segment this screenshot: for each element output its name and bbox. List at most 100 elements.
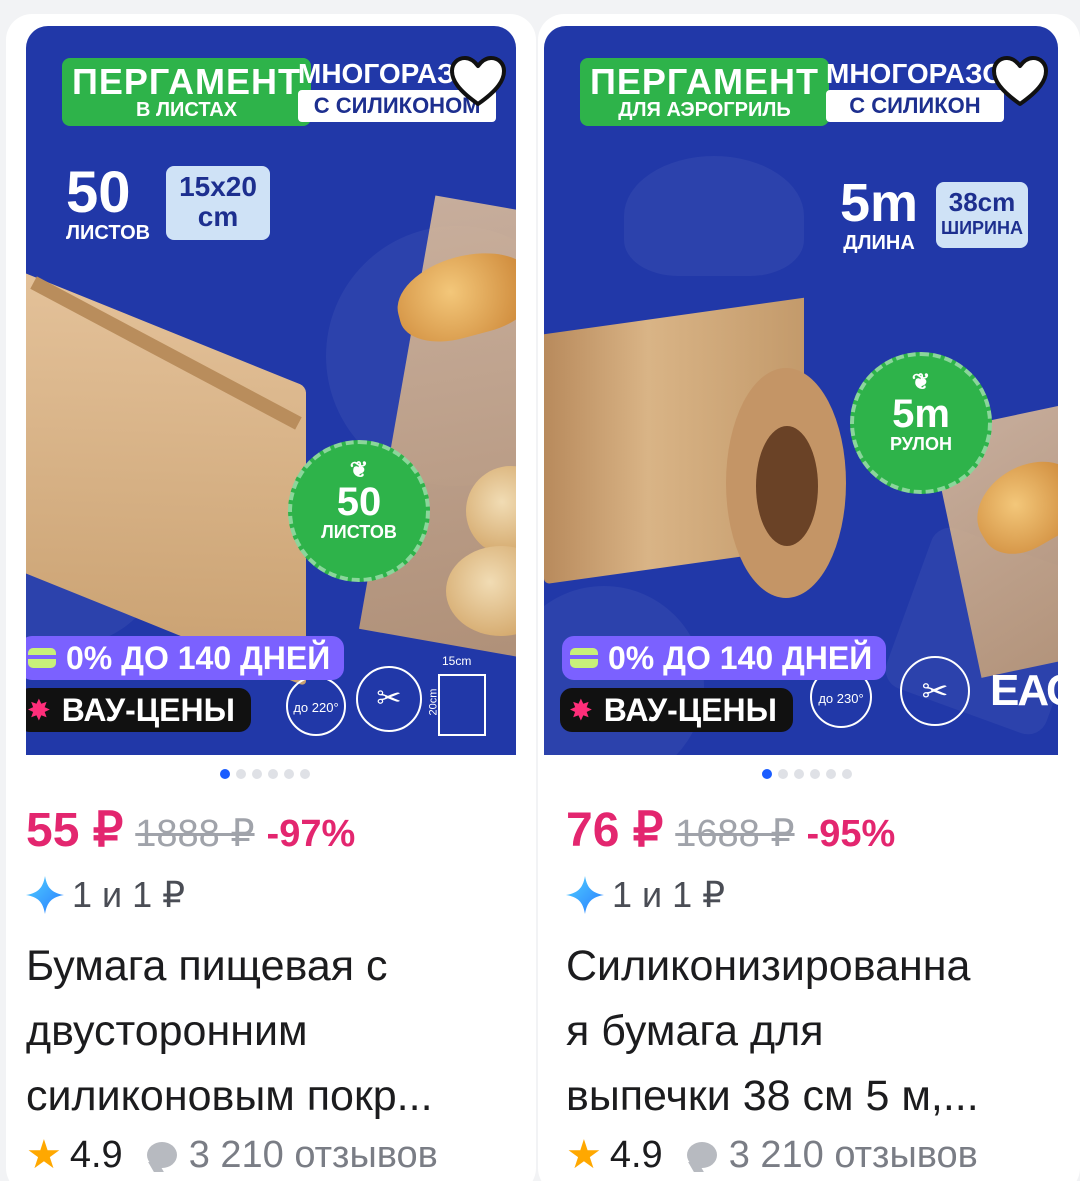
- pagination-dot[interactable]: [826, 769, 836, 779]
- roll-length: 5m ДЛИНА: [840, 174, 918, 254]
- wow-price-badge: ✸ ВАУ-ЦЕНЫ: [26, 688, 251, 732]
- product-card-1[interactable]: ПЕРГАМЕНТ В ЛИСТАХ МНОГОРАЗОВ С СИЛИКОНО…: [6, 14, 536, 1181]
- pagination-dot[interactable]: [300, 769, 310, 779]
- reviews-count[interactable]: 3 210 отзывов: [189, 1134, 438, 1177]
- reviews-count[interactable]: 3 210 отзывов: [729, 1134, 978, 1177]
- product-title[interactable]: Силиконизированна я бумага для выпечки 3…: [566, 934, 1066, 1129]
- product-title-line[interactable]: я бумага для: [566, 999, 1066, 1064]
- bonus-text: 1 и 1 ₽: [72, 874, 186, 915]
- reusable-label-top: МНОГОРАЗО: [826, 58, 1004, 89]
- wow-price-badge: ✸ ВАУ-ЦЕНЫ: [560, 688, 793, 732]
- heart-outline-icon[interactable]: [990, 54, 1050, 110]
- background-decoration: [624, 156, 804, 276]
- pagination-dot[interactable]: [810, 769, 820, 779]
- star-icon: ★: [26, 1133, 62, 1177]
- parchment-label-sub: В ЛИСТАХ: [135, 99, 238, 121]
- pagination-dot[interactable]: [794, 769, 804, 779]
- paper-roll-core: [756, 426, 818, 546]
- dimension-height: 20cm: [427, 688, 440, 716]
- product-title-line[interactable]: силиконовым покр...: [26, 1064, 516, 1129]
- bonus-row: 1 и 1 ₽: [24, 874, 185, 916]
- sparkle-diamond-icon: [26, 876, 64, 914]
- product-image-1[interactable]: ПЕРГАМЕНТ В ЛИСТАХ МНОГОРАЗОВ С СИЛИКОНО…: [26, 26, 516, 755]
- installment-text: 0% ДО 140 ДНЕЙ: [608, 639, 873, 676]
- sheet-count-caption: ЛИСТОВ: [66, 222, 151, 244]
- dimension-width: 15cm: [442, 654, 472, 668]
- installment-card-icon: [570, 648, 598, 668]
- size-value: 15x20: [179, 171, 257, 202]
- rating-row[interactable]: ★ 4.9 3 210 отзывов: [566, 1132, 978, 1178]
- bonus-text: 1 и 1 ₽: [612, 874, 726, 915]
- product-title-line[interactable]: Силиконизированна: [566, 934, 1066, 999]
- leaf-icon: ❦: [911, 369, 931, 394]
- discount-percent: -97%: [266, 813, 356, 855]
- comment-bubble-icon: [686, 1142, 717, 1168]
- wow-spark-icon: ✸: [28, 694, 50, 725]
- scissors-icon: ✂: [356, 666, 422, 732]
- wow-price-text: ВАУ-ЦЕНЫ: [61, 691, 235, 728]
- parchment-label: ПЕРГАМЕНТ ДЛЯ АЭРОГРИЛЬ: [580, 58, 830, 126]
- product-image-2[interactable]: ПЕРГАМЕНТ ДЛЯ АЭРОГРИЛЬ МНОГОРАЗО С СИЛИ…: [544, 26, 1058, 755]
- sheet-count-number: 50: [66, 160, 131, 225]
- installment-text: 0% ДО 140 ДНЕЙ: [66, 639, 331, 676]
- circle-badge-caption: РУЛОН: [890, 434, 952, 454]
- size-box: 15x20 cm: [166, 166, 270, 240]
- pagination-dot[interactable]: [236, 769, 246, 779]
- price-row: 55 ₽ 1888 ₽ -97%: [26, 802, 355, 858]
- rating-value: 4.9: [69, 1133, 123, 1176]
- reusable-label: МНОГОРАЗО С СИЛИКОН: [826, 58, 1004, 122]
- current-price: 55 ₽: [26, 804, 124, 857]
- roll-length-caption: ДЛИНА: [843, 232, 915, 254]
- reusable-label-bottom: С СИЛИКОН: [826, 90, 1004, 122]
- size-unit: cm: [197, 201, 239, 232]
- image-pagination[interactable]: [762, 769, 852, 779]
- eac-certification-mark: ЕАС: [990, 666, 1058, 715]
- circle-badge-caption: ЛИСТОВ: [321, 522, 397, 542]
- pagination-dot[interactable]: [762, 769, 772, 779]
- heart-outline-icon[interactable]: [448, 54, 508, 110]
- circle-badge-number: 50: [336, 480, 382, 524]
- temperature-icon: до 220°: [286, 676, 346, 736]
- product-title-line[interactable]: выпечки 38 см 5 м,...: [566, 1064, 1066, 1129]
- product-title-line[interactable]: двусторонним: [26, 999, 516, 1064]
- pagination-dot[interactable]: [284, 769, 294, 779]
- image-pagination[interactable]: [220, 769, 310, 779]
- sparkle-diamond-icon: [566, 876, 604, 914]
- wow-price-text: ВАУ-ЦЕНЫ: [603, 691, 777, 728]
- product-title[interactable]: Бумага пищевая с двусторонним силиконовы…: [26, 934, 516, 1129]
- wow-spark-icon: ✸: [570, 694, 592, 725]
- comment-bubble-icon: [146, 1142, 177, 1168]
- width-caption: ШИРИНА: [941, 218, 1023, 238]
- pagination-dot[interactable]: [268, 769, 278, 779]
- installment-badge: 0% ДО 140 ДНЕЙ: [26, 636, 345, 680]
- roll-circle-badge: ❦ 5m РУЛОН: [850, 352, 992, 494]
- width-value: 38cm: [948, 187, 1016, 217]
- product-card-2[interactable]: ПЕРГАМЕНТ ДЛЯ АЭРОГРИЛЬ МНОГОРАЗО С СИЛИ…: [538, 14, 1080, 1181]
- star-icon: ★: [566, 1133, 602, 1177]
- installment-card-icon: [28, 648, 56, 668]
- price-row: 76 ₽ 1688 ₽ -95%: [566, 802, 895, 858]
- current-price: 76 ₽: [566, 804, 664, 857]
- discount-percent: -95%: [806, 813, 896, 855]
- width-box: 38cm ШИРИНА: [936, 182, 1028, 248]
- product-title-line[interactable]: Бумага пищевая с: [26, 934, 516, 999]
- pagination-dot[interactable]: [252, 769, 262, 779]
- roll-length-number: 5m: [840, 173, 919, 233]
- rating-value: 4.9: [609, 1133, 663, 1176]
- old-price: 1888 ₽: [135, 813, 255, 855]
- pagination-dot[interactable]: [842, 769, 852, 779]
- old-price: 1688 ₽: [675, 813, 795, 855]
- scissors-icon: ✂: [900, 656, 970, 726]
- pagination-dot[interactable]: [220, 769, 230, 779]
- bonus-row: 1 и 1 ₽: [564, 874, 725, 916]
- rating-row[interactable]: ★ 4.9 3 210 отзывов: [26, 1132, 438, 1178]
- leaf-icon: ❦: [349, 457, 369, 482]
- circle-badge-number: 5m: [892, 392, 950, 436]
- sheets-circle-badge: ❦ 50 ЛИСТОВ: [288, 440, 430, 582]
- parchment-label: ПЕРГАМЕНТ В ЛИСТАХ: [62, 58, 312, 126]
- pagination-dot[interactable]: [778, 769, 788, 779]
- sheet-dimension-icon: [438, 674, 486, 736]
- sheet-count: 50 ЛИСТОВ: [66, 160, 151, 245]
- parchment-label-main: ПЕРГАМЕНТ: [590, 61, 820, 102]
- installment-badge: 0% ДО 140 ДНЕЙ: [562, 636, 887, 680]
